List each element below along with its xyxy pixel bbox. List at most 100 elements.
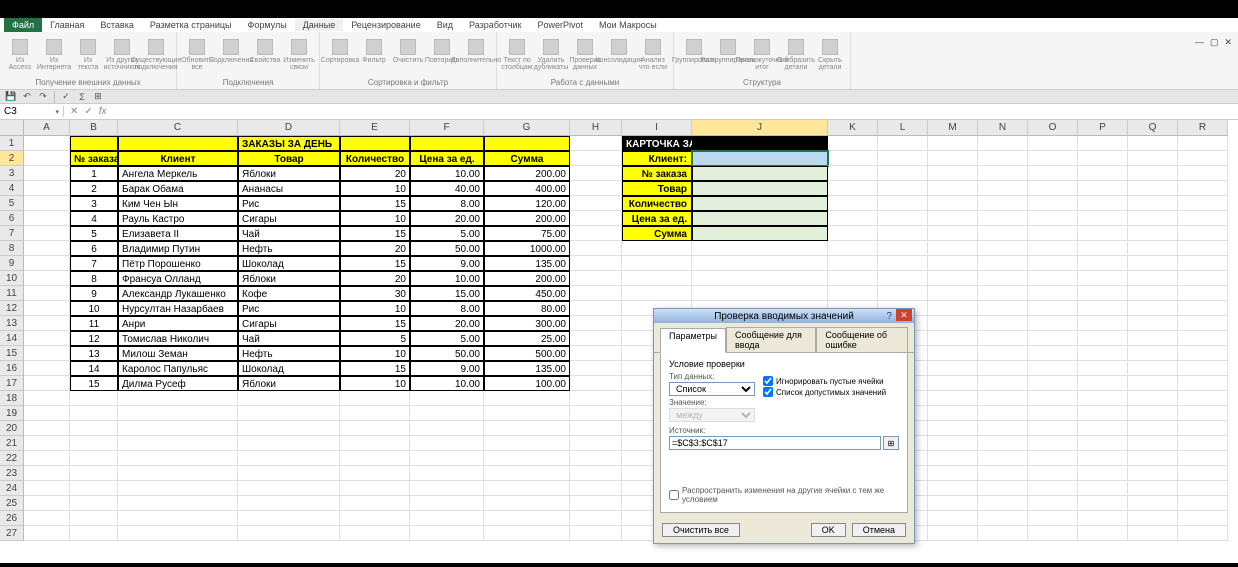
cell[interactable] xyxy=(70,406,118,421)
cell[interactable]: Ангела Меркель xyxy=(118,166,238,181)
cell[interactable] xyxy=(978,451,1028,466)
cell[interactable] xyxy=(484,511,570,526)
help-icon[interactable]: ? xyxy=(886,311,892,322)
cell[interactable] xyxy=(1128,196,1178,211)
cell[interactable]: КАРТОЧКА ЗАКАЗА КЛИЕНТА xyxy=(622,136,692,151)
cell[interactable] xyxy=(340,511,410,526)
cell[interactable] xyxy=(1078,166,1128,181)
dropdown-checkbox[interactable] xyxy=(763,387,773,397)
ribbon-command[interactable]: Текст по столбцам xyxy=(503,39,531,73)
cell[interactable] xyxy=(24,151,70,166)
cell[interactable] xyxy=(1128,406,1178,421)
ribbon-command[interactable]: Свойства xyxy=(251,39,279,73)
cell[interactable]: Франсуа Олланд xyxy=(118,271,238,286)
cell[interactable] xyxy=(1178,421,1228,436)
cell[interactable] xyxy=(928,436,978,451)
row-header[interactable]: 17 xyxy=(0,376,23,391)
cell[interactable] xyxy=(340,526,410,541)
cell[interactable] xyxy=(692,256,828,271)
cell[interactable] xyxy=(978,436,1028,451)
cancel-button[interactable]: Отмена xyxy=(852,523,906,537)
cell[interactable]: Чай xyxy=(238,226,340,241)
cell[interactable] xyxy=(570,316,622,331)
cell[interactable] xyxy=(1078,241,1128,256)
cell[interactable] xyxy=(1028,136,1078,151)
cell[interactable]: 80.00 xyxy=(484,301,570,316)
cell[interactable] xyxy=(928,331,978,346)
cell[interactable] xyxy=(570,511,622,526)
cell[interactable]: 8 xyxy=(70,271,118,286)
cell[interactable] xyxy=(928,361,978,376)
cell[interactable] xyxy=(692,241,828,256)
cell[interactable] xyxy=(118,421,238,436)
cell[interactable]: Владимир Путин xyxy=(118,241,238,256)
cell[interactable]: 40.00 xyxy=(410,181,484,196)
cell[interactable]: Количество xyxy=(622,196,692,211)
cell[interactable] xyxy=(570,496,622,511)
cell[interactable]: Яблоки xyxy=(238,376,340,391)
cell[interactable] xyxy=(1078,481,1128,496)
cell[interactable] xyxy=(978,151,1028,166)
allow-select[interactable]: Список xyxy=(669,382,755,396)
cell[interactable] xyxy=(24,136,70,151)
cell[interactable] xyxy=(24,481,70,496)
row-header[interactable]: 6 xyxy=(0,211,23,226)
save-icon[interactable]: 💾 xyxy=(4,91,18,103)
cell[interactable] xyxy=(1028,211,1078,226)
cell[interactable] xyxy=(828,136,878,151)
cell[interactable]: Шоколад xyxy=(238,361,340,376)
cell[interactable] xyxy=(828,271,878,286)
cell[interactable] xyxy=(878,166,928,181)
cell[interactable] xyxy=(570,481,622,496)
cell[interactable] xyxy=(978,346,1028,361)
cell[interactable] xyxy=(978,271,1028,286)
row-header[interactable]: 18 xyxy=(0,391,23,406)
cell[interactable]: 5 xyxy=(340,331,410,346)
cell[interactable] xyxy=(570,466,622,481)
cell[interactable] xyxy=(1128,286,1178,301)
cell[interactable] xyxy=(70,421,118,436)
cell[interactable] xyxy=(1028,451,1078,466)
ribbon-command[interactable]: Из Интернета xyxy=(40,39,68,73)
ribbon-command[interactable]: Из текста xyxy=(74,39,102,73)
minimize-icon[interactable]: — xyxy=(1195,37,1204,48)
cell[interactable]: Яблоки xyxy=(238,166,340,181)
cell[interactable] xyxy=(928,481,978,496)
cell[interactable] xyxy=(24,316,70,331)
apply-changes-checkbox[interactable] xyxy=(669,490,679,500)
ribbon-command[interactable]: Сортировка xyxy=(326,39,354,73)
ribbon-command[interactable]: Повторить xyxy=(428,39,456,73)
cell[interactable] xyxy=(1128,346,1178,361)
cell[interactable]: 200.00 xyxy=(484,211,570,226)
cell[interactable] xyxy=(1128,271,1178,286)
cell[interactable] xyxy=(1078,271,1128,286)
cell[interactable] xyxy=(978,481,1028,496)
cell[interactable] xyxy=(1028,391,1078,406)
cell[interactable] xyxy=(692,271,828,286)
cell[interactable] xyxy=(622,241,692,256)
cell[interactable] xyxy=(570,301,622,316)
row-header[interactable]: 9 xyxy=(0,256,23,271)
cell[interactable]: 15 xyxy=(340,196,410,211)
cell[interactable]: 100.00 xyxy=(484,376,570,391)
qat-icon[interactable]: ⊞ xyxy=(91,91,105,103)
cell[interactable] xyxy=(1128,496,1178,511)
cell[interactable] xyxy=(1078,331,1128,346)
cell[interactable] xyxy=(978,256,1028,271)
cell[interactable]: 8.00 xyxy=(410,196,484,211)
cell[interactable] xyxy=(828,256,878,271)
cell[interactable]: 1 xyxy=(70,166,118,181)
cell[interactable]: 450.00 xyxy=(484,286,570,301)
cell[interactable]: Дилма Русеф xyxy=(118,376,238,391)
cell[interactable] xyxy=(484,391,570,406)
row-header[interactable]: 13 xyxy=(0,316,23,331)
ribbon-command[interactable]: Существующие подключения xyxy=(142,39,170,73)
cell[interactable] xyxy=(410,391,484,406)
cell[interactable] xyxy=(70,391,118,406)
cell[interactable] xyxy=(410,436,484,451)
cell[interactable] xyxy=(484,466,570,481)
cell[interactable] xyxy=(622,256,692,271)
cell[interactable] xyxy=(570,166,622,181)
cell[interactable]: 15 xyxy=(340,316,410,331)
cell[interactable] xyxy=(1128,136,1178,151)
